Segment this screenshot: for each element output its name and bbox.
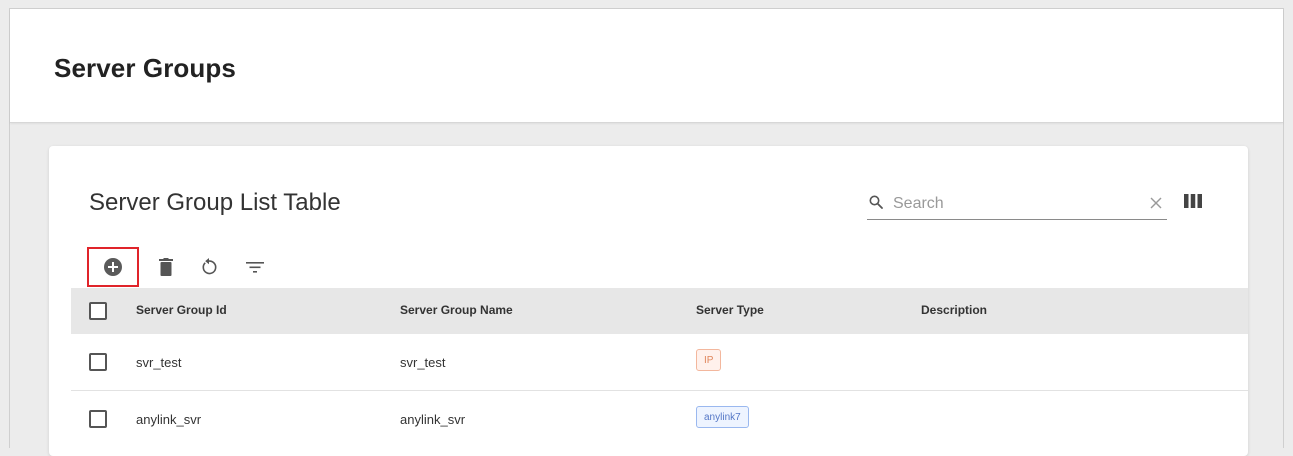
server-group-name-cell: anylink_svr xyxy=(400,412,466,427)
search-input[interactable] xyxy=(893,193,1123,215)
page-header: Server Groups xyxy=(10,9,1283,123)
view-columns-icon[interactable] xyxy=(1184,194,1202,208)
filter-button[interactable] xyxy=(235,247,275,287)
row-checkbox[interactable] xyxy=(89,353,107,371)
column-header-server-group-id[interactable]: Server Group Id xyxy=(136,303,227,317)
column-header-description[interactable]: Description xyxy=(921,303,987,317)
add-circle-icon xyxy=(104,258,122,276)
clear-search-icon[interactable] xyxy=(1149,196,1163,210)
server-group-id-cell: anylink_svr xyxy=(136,412,202,427)
search-icon xyxy=(869,195,883,209)
delete-button[interactable] xyxy=(146,247,186,287)
table-title: Server Group List Table xyxy=(89,189,341,216)
server-group-id-cell: svr_test xyxy=(136,355,182,370)
server-type-badge: anylink7 xyxy=(696,406,749,428)
table-toolbar xyxy=(87,247,297,287)
select-all-checkbox[interactable] xyxy=(89,302,107,320)
add-server-group-button[interactable] xyxy=(87,247,139,287)
filter-icon xyxy=(246,262,264,273)
refresh-button[interactable] xyxy=(189,247,229,287)
table-row[interactable]: anylink_svr anylink_svr anylink7 xyxy=(71,391,1248,447)
server-group-name-cell: svr_test xyxy=(400,355,446,370)
delete-icon xyxy=(159,258,173,276)
refresh-icon xyxy=(202,258,217,275)
server-group-card: Server Group List Table Search Server Gr… xyxy=(49,146,1248,456)
table-header: Server Group Id Server Group Name Server… xyxy=(71,288,1248,334)
row-checkbox[interactable] xyxy=(89,410,107,428)
page-title: Server Groups xyxy=(54,53,236,83)
app-frame: Server Groups Server Group List Table Se… xyxy=(9,8,1284,456)
column-header-server-group-name[interactable]: Server Group Name xyxy=(400,303,513,317)
server-group-table: Server Group Id Server Group Name Server… xyxy=(71,288,1248,447)
table-row[interactable]: svr_test svr_test IP xyxy=(71,334,1248,391)
search-bar xyxy=(867,191,1167,220)
column-header-server-type[interactable]: Server Type xyxy=(696,303,764,317)
server-type-badge: IP xyxy=(696,349,722,371)
